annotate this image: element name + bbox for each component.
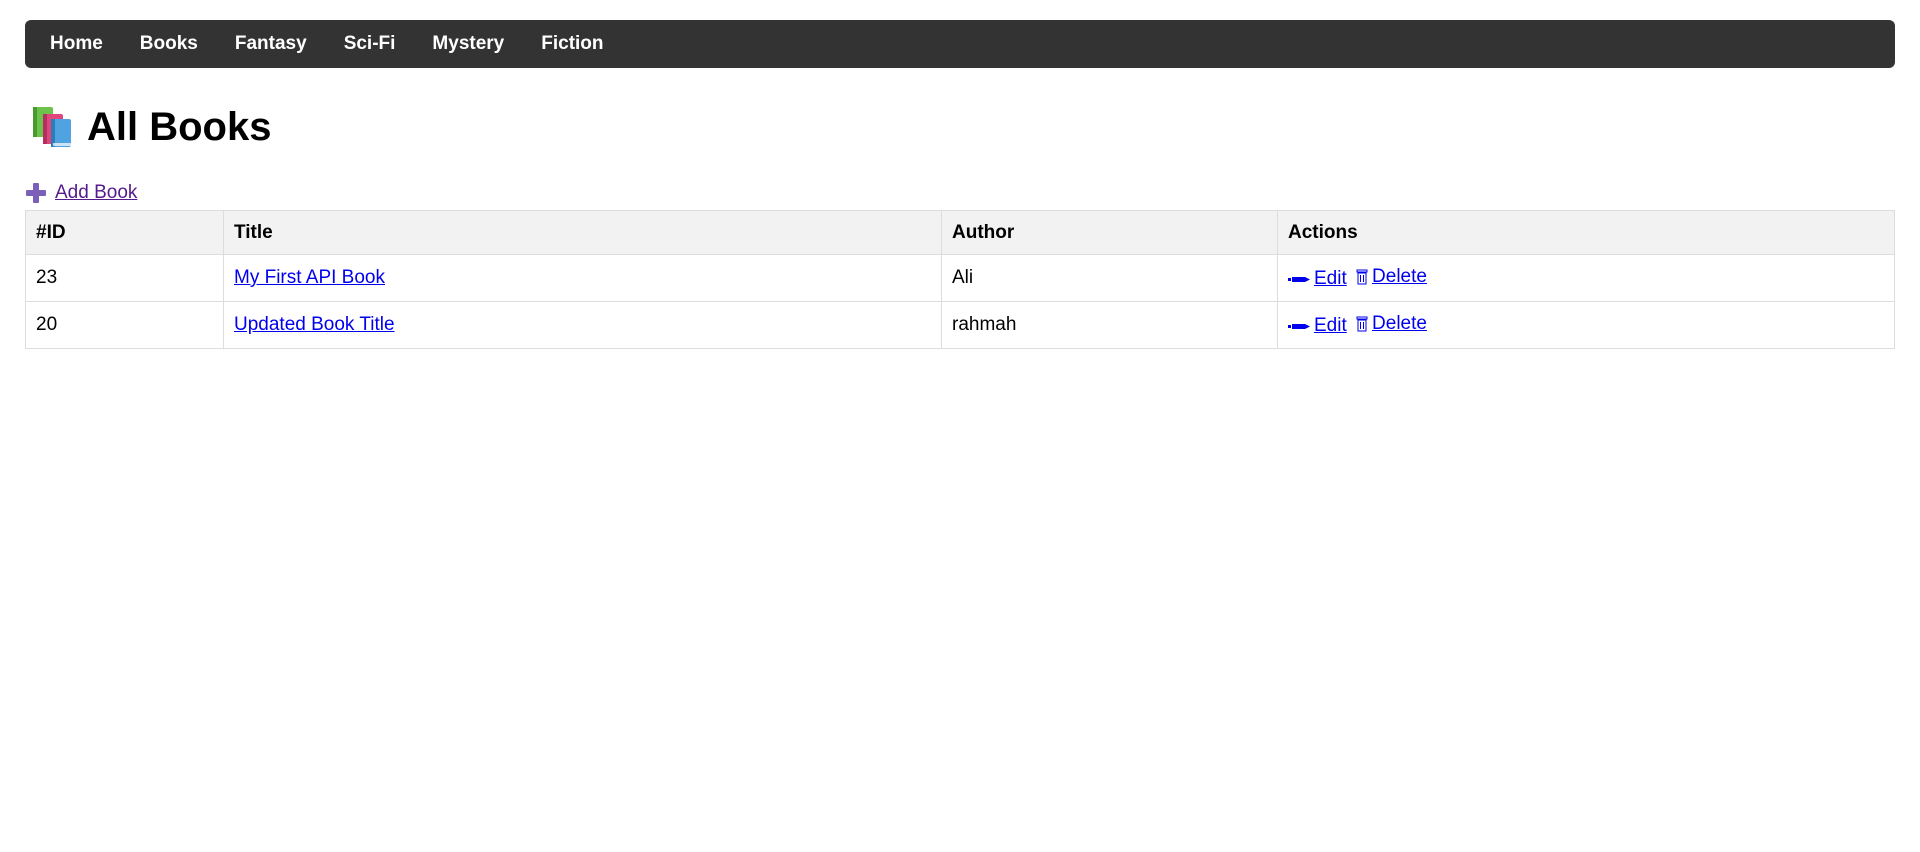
table-header-row: #ID Title Author Actions	[25, 210, 1895, 255]
book-actions: Edit Delete	[1277, 254, 1895, 302]
edit-label: Edit	[1314, 314, 1347, 336]
nav-fantasy[interactable]: Fantasy	[235, 33, 307, 55]
nav-books[interactable]: Books	[140, 33, 198, 55]
plus-icon	[26, 183, 46, 203]
book-title-cell: My First API Book	[223, 254, 942, 302]
column-header-id: #ID	[25, 210, 224, 255]
book-id: 23	[25, 254, 224, 302]
trash-icon	[1356, 269, 1368, 284]
column-header-title: Title	[223, 210, 942, 255]
delete-label: Delete	[1372, 265, 1427, 287]
book-author: rahmah	[941, 301, 1278, 349]
books-icon	[33, 107, 71, 147]
pencil-icon	[1288, 276, 1310, 282]
top-navbar: Home Books Fantasy Sci-Fi Mystery Fictio…	[25, 20, 1895, 68]
books-table: #ID Title Author Actions 23 My First API…	[25, 210, 1895, 349]
nav-home[interactable]: Home	[50, 33, 103, 55]
page: Home Books Fantasy Sci-Fi Mystery Fictio…	[0, 0, 1920, 349]
edit-link[interactable]: Edit	[1288, 315, 1347, 337]
table-row: 23 My First API Book Ali Edit Delete	[25, 254, 1895, 302]
column-header-author: Author	[941, 210, 1278, 255]
delete-link[interactable]: Delete	[1356, 266, 1427, 288]
book-title-cell: Updated Book Title	[223, 301, 942, 349]
page-heading: All Books	[29, 102, 1895, 152]
nav-mystery[interactable]: Mystery	[432, 33, 504, 55]
edit-label: Edit	[1314, 267, 1347, 289]
book-author: Ali	[941, 254, 1278, 302]
trash-icon	[1356, 316, 1368, 331]
delete-link[interactable]: Delete	[1356, 313, 1427, 335]
edit-link[interactable]: Edit	[1288, 268, 1347, 290]
delete-label: Delete	[1372, 312, 1427, 334]
add-book-label: Add Book	[55, 182, 138, 203]
nav-fiction[interactable]: Fiction	[541, 33, 603, 55]
add-book-link[interactable]: Add Book	[25, 182, 137, 204]
nav-sci-fi[interactable]: Sci-Fi	[344, 33, 396, 55]
book-id: 20	[25, 301, 224, 349]
book-actions: Edit Delete	[1277, 301, 1895, 349]
table-row: 20 Updated Book Title rahmah Edit Delete	[25, 301, 1895, 349]
column-header-actions: Actions	[1277, 210, 1895, 255]
pencil-icon	[1288, 323, 1310, 329]
book-title-link[interactable]: My First API Book	[234, 267, 385, 288]
page-title: All Books	[87, 104, 272, 149]
book-title-link[interactable]: Updated Book Title	[234, 314, 395, 335]
